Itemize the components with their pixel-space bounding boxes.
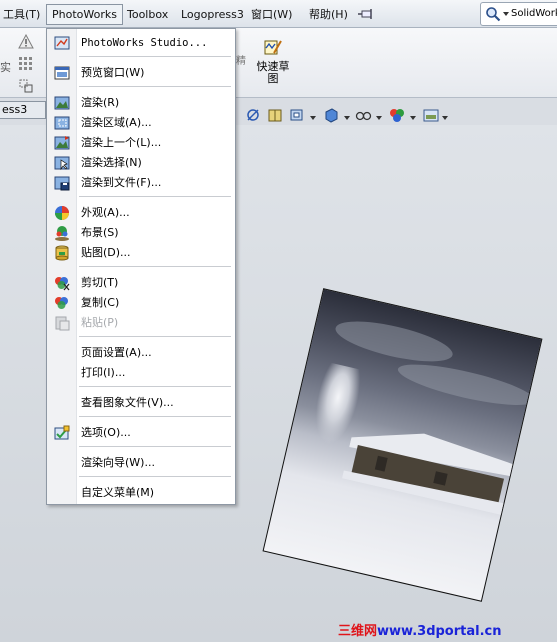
menu-item-customize-menu[interactable]: 自定义菜单(M) (47, 483, 235, 503)
menu-item-label: 外观(A)... (81, 206, 130, 219)
menu-item-label: 粘贴(P) (81, 316, 119, 329)
display-style-icon[interactable] (322, 106, 340, 124)
menu-item-label: 布景(S) (81, 226, 119, 239)
menu-item-preview-window[interactable]: 预览窗口(W) (47, 63, 235, 83)
menu-photoworks[interactable]: PhotoWorks (46, 4, 123, 25)
menu-item-label: 剪切(T) (81, 276, 119, 289)
pin-icon[interactable] (358, 8, 376, 20)
ribbon-label-2: 精 (236, 56, 246, 67)
menu-item-decal[interactable]: 贴图(D)... (47, 243, 235, 263)
menu-item-label: PhotoWorks Studio... (81, 37, 208, 49)
menu-item-render-area[interactable]: 渲染区域(A)... (47, 113, 235, 133)
render-icon (54, 96, 70, 110)
photoworks-menu: PhotoWorks Studio... 预览窗口(W) 渲染(R) 渲染区域(… (46, 28, 236, 505)
menu-item-label: 复制(C) (81, 296, 120, 309)
menu-item-label: 渲染向导(W)... (81, 456, 155, 469)
render-to-file-icon (54, 176, 70, 191)
menu-item-page-setup[interactable]: 页面设置(A)... (47, 343, 235, 363)
menu-item-render-selection[interactable]: 渲染选择(N) (47, 153, 235, 173)
menu-item-label: 渲染到文件(F)... (81, 176, 162, 189)
copy-icon (55, 297, 68, 309)
chevron-down-icon[interactable] (503, 12, 509, 16)
options-icon (54, 425, 70, 440)
section-view-icon[interactable] (266, 106, 284, 124)
warning-icon[interactable] (18, 34, 34, 50)
render-area-icon (54, 116, 70, 130)
hide-show-icon[interactable] (354, 106, 372, 124)
menu-separator (79, 386, 231, 387)
search-box[interactable]: SolidWork (480, 2, 557, 26)
menu-item-print[interactable]: 打印(I)... (47, 363, 235, 383)
edit-appearance-icon[interactable] (388, 106, 406, 124)
move-entity-icon[interactable] (18, 78, 34, 94)
watermark-brand: 三维网 (338, 624, 378, 639)
menu-item-photoworks-studio[interactable]: PhotoWorks Studio... (47, 33, 235, 53)
menu-item-scene[interactable]: 布景(S) (47, 223, 235, 243)
menu-separator (79, 56, 231, 57)
quick-sketch-button[interactable]: 快速草 图 (253, 38, 293, 85)
preview-window-icon (54, 66, 70, 80)
decal-icon (55, 245, 69, 261)
menu-window[interactable]: 窗口(W) (248, 5, 295, 24)
menu-help[interactable]: 帮助(H) (306, 5, 351, 24)
menu-item-render[interactable]: 渲染(R) (47, 93, 235, 113)
menu-item-render-last[interactable]: 渲染上一个(L)... (47, 133, 235, 153)
grid-icon[interactable] (18, 56, 34, 72)
menu-separator (79, 416, 231, 417)
render-selection-icon (54, 156, 70, 171)
menu-item-render-to-file[interactable]: 渲染到文件(F)... (47, 173, 235, 193)
cut-icon (55, 277, 70, 291)
menu-separator (79, 196, 231, 197)
render-last-icon (54, 136, 70, 150)
menu-item-label: 贴图(D)... (81, 246, 131, 259)
photoworks-studio-icon (54, 36, 70, 50)
menu-item-label: 页面设置(A)... (81, 346, 152, 359)
paste-icon (55, 316, 70, 331)
menu-item-label: 打印(I)... (81, 366, 126, 379)
search-icon (486, 7, 501, 22)
quick-sketch-label: 快速草 图 (256, 60, 290, 85)
quick-sketch-icon (264, 40, 282, 55)
appearance-icon (55, 206, 69, 220)
zoom-area-icon[interactable] (288, 106, 306, 124)
menu-toolbox[interactable]: Toolbox (124, 5, 171, 24)
menu-item-appearance[interactable]: 外观(A)... (47, 203, 235, 223)
menu-tools[interactable]: 工具(T) (0, 5, 43, 24)
menu-item-cut[interactable]: 剪切(T) (47, 273, 235, 293)
menu-item-label: 选项(O)... (81, 426, 131, 439)
chevron-down-icon[interactable] (410, 116, 416, 120)
menu-item-render-wizard[interactable]: 渲染向导(W)... (47, 453, 235, 473)
menu-item-paste: 粘贴(P) (47, 313, 235, 333)
chevron-down-icon[interactable] (310, 116, 316, 120)
menu-separator (79, 86, 231, 87)
watermark: 三维网www.3dportal.cn (338, 620, 502, 639)
menu-separator (79, 266, 231, 267)
menu-logopress3[interactable]: Logopress3 (178, 5, 247, 24)
menu-separator (79, 446, 231, 447)
menu-item-label: 查看图象文件(V)... (81, 396, 174, 409)
menu-separator (79, 476, 231, 477)
ribbon-label-1: 实 (0, 61, 11, 74)
menu-bar: 工具(T) PhotoWorks Toolbox Logopress3 窗口(W… (0, 0, 557, 28)
apply-scene-icon[interactable] (422, 106, 440, 124)
menu-item-label: 预览窗口(W) (81, 66, 145, 79)
menu-item-label: 渲染上一个(L)... (81, 136, 162, 149)
menu-item-options[interactable]: 选项(O)... (47, 423, 235, 443)
menu-item-label: 渲染区域(A)... (81, 116, 152, 129)
menu-item-view-image-file[interactable]: 查看图象文件(V)... (47, 393, 235, 413)
menu-item-copy[interactable]: 复制(C) (47, 293, 235, 313)
view-orientation-icon[interactable] (244, 106, 262, 124)
menu-item-label: 自定义菜单(M) (81, 486, 155, 499)
chevron-down-icon[interactable] (442, 116, 448, 120)
menu-item-label: 渲染选择(N) (81, 156, 142, 169)
tab-press3[interactable]: ess3 (0, 101, 46, 119)
menu-separator (79, 336, 231, 337)
snow-covered-house (341, 433, 515, 516)
watermark-url: www.3dportal.cn (377, 624, 502, 639)
search-label: SolidWork (511, 8, 557, 19)
chevron-down-icon[interactable] (344, 116, 350, 120)
chevron-down-icon[interactable] (376, 116, 382, 120)
menu-item-label: 渲染(R) (81, 96, 120, 109)
scene-icon (55, 226, 69, 241)
